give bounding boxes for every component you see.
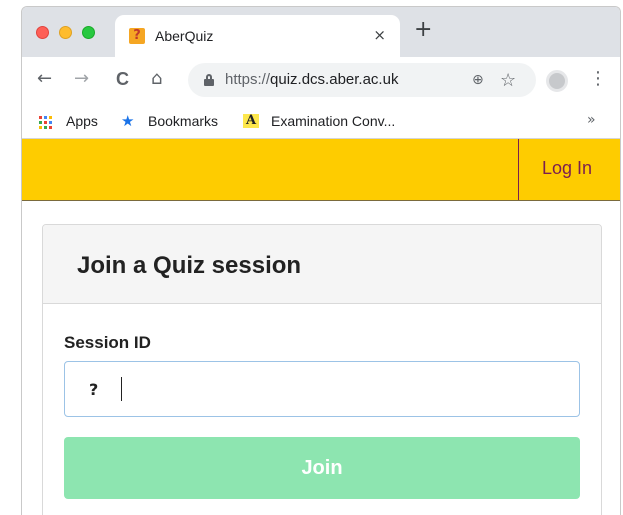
minimize-window-button[interactable] [59,26,72,39]
bookmark-apps[interactable]: Apps [66,113,98,129]
tab-aberquiz[interactable]: ? AberQuiz × [115,15,400,57]
bookmarks-star-icon: ★ [121,112,135,130]
profile-avatar-icon[interactable] [546,70,568,92]
header-divider [518,139,519,200]
join-button[interactable]: Join [64,437,580,499]
bookmarks-bar: Apps ★ Bookmarks A Examination Conv... » [22,103,620,139]
card-header: Join a Quiz session [43,225,601,304]
close-window-button[interactable] [36,26,49,39]
more-bookmarks-icon[interactable]: » [587,112,596,128]
bookmark-examination[interactable]: Examination Conv... [271,113,395,129]
favicon-icon: ? [129,28,145,44]
session-id-input[interactable]: ? [64,361,580,417]
join-session-card: Join a Quiz session Session ID ? Join [42,224,602,515]
browser-toolbar: ← → C ⌂ https://quiz.dcs.aber.ac.uk ⊕ ☆ … [22,57,620,103]
address-bar[interactable]: https://quiz.dcs.aber.ac.uk ⊕ ☆ [188,63,536,97]
text-caret [121,377,122,401]
bookmark-star-icon[interactable]: ☆ [500,70,516,91]
maximize-window-button[interactable] [82,26,95,39]
bookmark-bookmarks[interactable]: Bookmarks [148,113,218,129]
url-text[interactable]: https://quiz.dcs.aber.ac.uk [225,71,398,88]
lock-icon[interactable] [204,74,214,86]
zoom-icon[interactable]: ⊕ [472,72,484,88]
forward-arrow-icon[interactable]: → [74,70,89,88]
back-arrow-icon[interactable]: ← [37,70,52,88]
site-header: Log In [22,139,620,201]
home-icon[interactable]: ⌂ [151,70,162,88]
question-mark-icon: ? [89,380,99,399]
reload-icon[interactable]: C [116,70,129,88]
menu-dots-icon[interactable]: ⋮ [589,68,607,89]
close-tab-icon[interactable]: × [373,26,386,44]
page-title: Join a Quiz session [77,252,302,279]
tab-strip: ? AberQuiz × + [22,7,620,57]
browser-window: ? AberQuiz × + ← → C ⌂ https://quiz.dcs.… [21,6,621,515]
login-link[interactable]: Log In [542,158,592,179]
tab-title: AberQuiz [155,28,214,44]
apps-grid-icon[interactable] [39,116,53,129]
session-id-label: Session ID [64,333,151,352]
examination-favicon-icon: A [243,114,259,128]
new-tab-icon[interactable]: + [414,19,432,41]
